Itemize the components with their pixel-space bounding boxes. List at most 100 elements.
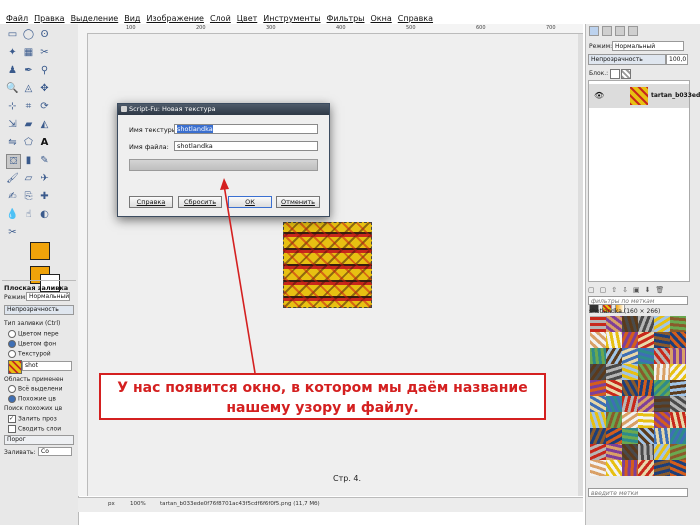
pattern-swatch[interactable] bbox=[606, 460, 622, 476]
pattern-swatch[interactable] bbox=[606, 428, 622, 444]
clone-icon[interactable]: ⎘ bbox=[22, 190, 35, 203]
undo-tab-icon[interactable] bbox=[628, 26, 638, 36]
pattern-swatch[interactable] bbox=[590, 460, 606, 476]
pattern-swatch[interactable] bbox=[638, 380, 654, 396]
perspective-icon[interactable]: ◭ bbox=[38, 118, 51, 131]
pattern-swatch[interactable] bbox=[590, 332, 606, 348]
menu-tools[interactable]: Инструменты bbox=[263, 14, 320, 23]
pattern-swatch[interactable] bbox=[622, 348, 638, 364]
fuzzy-select-icon[interactable]: ✦ bbox=[6, 46, 19, 59]
pattern-swatch[interactable] bbox=[638, 412, 654, 428]
patterns-filter-input[interactable]: фильтры по меткам bbox=[588, 296, 688, 305]
fill-option-bg[interactable]: Цветом фон bbox=[8, 340, 56, 348]
pattern-swatch[interactable] bbox=[638, 444, 654, 460]
pattern-swatch[interactable] bbox=[654, 332, 670, 348]
pattern-swatch[interactable] bbox=[654, 380, 670, 396]
pattern-swatch[interactable] bbox=[670, 412, 686, 428]
pattern-swatch[interactable] bbox=[622, 460, 638, 476]
sample-merged-checkbox[interactable]: Сводить слои bbox=[8, 425, 61, 433]
color-select-icon[interactable]: ▦ bbox=[22, 46, 35, 59]
texture-name-input[interactable]: shotlandka bbox=[174, 124, 318, 134]
color-picker-icon[interactable]: ⚲ bbox=[38, 64, 51, 77]
heal-icon[interactable]: ✚ bbox=[38, 190, 51, 203]
gradient-icon[interactable]: ▮ bbox=[22, 154, 35, 167]
pattern-swatch[interactable] bbox=[622, 428, 638, 444]
pattern-swatch[interactable] bbox=[590, 412, 606, 428]
pattern-swatch[interactable] bbox=[654, 316, 670, 332]
menu-edit[interactable]: Правка bbox=[34, 14, 64, 23]
opacity-slider[interactable]: Непрозрачность bbox=[4, 305, 74, 315]
pattern-name-field[interactable]: shot bbox=[22, 361, 72, 371]
menu-colors[interactable]: Цвет bbox=[237, 14, 258, 23]
pattern-swatch[interactable] bbox=[622, 444, 638, 460]
mode-select[interactable]: Нормальный bbox=[26, 292, 70, 301]
status-zoom[interactable]: 100% bbox=[130, 501, 146, 507]
pattern-swatch[interactable] bbox=[670, 380, 686, 396]
tartan-image[interactable] bbox=[283, 222, 372, 308]
paths-icon[interactable]: ✒ bbox=[22, 64, 35, 77]
layer-row[interactable]: 👁 tartan_b033ede bbox=[589, 84, 700, 108]
pattern-swatch[interactable] bbox=[654, 396, 670, 412]
pattern-swatch[interactable] bbox=[590, 348, 606, 364]
pattern-swatch[interactable] bbox=[606, 412, 622, 428]
smudge-icon[interactable]: ☝ bbox=[22, 208, 35, 221]
zoom-icon[interactable]: 🔍 bbox=[6, 82, 19, 95]
pattern-swatch[interactable] bbox=[638, 396, 654, 412]
flip-icon[interactable]: ⇋ bbox=[6, 136, 19, 149]
pattern-swatch[interactable] bbox=[654, 348, 670, 364]
pattern-swatch[interactable] bbox=[670, 396, 686, 412]
pattern-swatch[interactable] bbox=[622, 380, 638, 396]
pattern-swatch[interactable] bbox=[670, 444, 686, 460]
pattern-swatch[interactable] bbox=[638, 460, 654, 476]
fill-option-fg[interactable]: Цветом пере bbox=[8, 330, 59, 338]
menu-image[interactable]: Изображение bbox=[146, 14, 204, 23]
vertical-scrollbar[interactable] bbox=[578, 34, 583, 496]
text-tool-icon[interactable]: A bbox=[38, 136, 51, 149]
menu-view[interactable]: Вид bbox=[124, 14, 140, 23]
bucket-fill-icon[interactable]: ⛋ bbox=[6, 154, 21, 169]
status-unit[interactable]: px bbox=[108, 501, 115, 507]
area-option-selection[interactable]: Всё выделени bbox=[8, 385, 62, 393]
pattern-swatch[interactable] bbox=[638, 332, 654, 348]
lock-pixels-icon[interactable] bbox=[610, 69, 620, 79]
pattern-swatch[interactable] bbox=[638, 428, 654, 444]
help-button[interactable]: Справка bbox=[129, 196, 173, 208]
pattern-swatch[interactable] bbox=[606, 380, 622, 396]
fill-transparent-checkbox[interactable]: ✓ Залить проз bbox=[8, 415, 57, 423]
channels-tab-icon[interactable] bbox=[602, 26, 612, 36]
menu-layer[interactable]: Слой bbox=[210, 14, 231, 23]
pattern-swatch[interactable] bbox=[590, 364, 606, 380]
pattern-tag-input[interactable]: введите метки bbox=[588, 488, 688, 497]
pattern-swatch[interactable] bbox=[590, 316, 606, 332]
menu-file[interactable]: Файл bbox=[6, 14, 28, 23]
align-icon[interactable]: ⊹ bbox=[6, 100, 19, 113]
eraser-icon[interactable]: ▱ bbox=[22, 172, 35, 185]
pattern-swatch[interactable] bbox=[670, 348, 686, 364]
pattern-swatch[interactable] bbox=[622, 332, 638, 348]
scissors-icon[interactable]: ✂ bbox=[38, 46, 51, 59]
pattern-swatch[interactable] bbox=[638, 316, 654, 332]
pattern-swatch[interactable] bbox=[590, 396, 606, 412]
pattern-swatch[interactable] bbox=[606, 364, 622, 380]
rotate-icon[interactable]: ⟳ bbox=[38, 100, 51, 113]
layers-opacity-value[interactable]: 100,0 bbox=[666, 54, 688, 65]
scissors-select-icon[interactable]: ✂ bbox=[6, 226, 19, 239]
dialog-titlebar[interactable]: Script-Fu: Новая текстура bbox=[118, 104, 329, 115]
cancel-button[interactable]: Отменить bbox=[276, 196, 320, 208]
pattern-swatch[interactable] bbox=[606, 444, 622, 460]
menu-select[interactable]: Выделение bbox=[71, 14, 119, 23]
pattern-preview[interactable] bbox=[8, 360, 22, 374]
pattern-swatch[interactable] bbox=[670, 428, 686, 444]
pattern-swatch[interactable] bbox=[622, 316, 638, 332]
pattern-swatch[interactable] bbox=[590, 380, 606, 396]
paths-tab-icon[interactable] bbox=[615, 26, 625, 36]
layers-opacity-slider[interactable]: Непрозрачность bbox=[588, 54, 666, 65]
pattern-swatch[interactable] bbox=[654, 412, 670, 428]
menu-windows[interactable]: Окна bbox=[371, 14, 392, 23]
menu-help[interactable]: Справка bbox=[398, 14, 433, 23]
airbrush-icon[interactable]: ✈ bbox=[38, 172, 51, 185]
pattern-swatch[interactable] bbox=[622, 412, 638, 428]
ok-button[interactable]: ОК bbox=[228, 196, 272, 208]
layer-name[interactable]: tartan_b033ede bbox=[651, 92, 700, 99]
menu-filters[interactable]: Фильтры bbox=[327, 14, 365, 23]
